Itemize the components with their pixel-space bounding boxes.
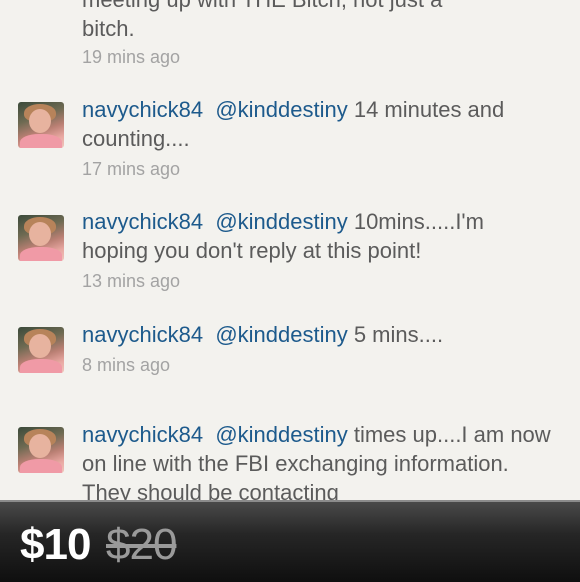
tweet-body: 5 mins.... [347, 322, 444, 347]
username-link[interactable]: navychick84 [82, 97, 203, 122]
tweet-text: navychick84 @kinddestiny 10mins.....I'm … [82, 207, 552, 265]
avatar[interactable] [18, 327, 64, 373]
tweet-text-line1: meeting up with THE Bitch, not just a [82, 0, 442, 12]
avatar[interactable] [18, 215, 64, 261]
tweet-text: navychick84 @kinddestiny 5 mins.... [82, 320, 552, 349]
avatar[interactable] [18, 102, 64, 148]
tweet-text: navychick84 @kinddestiny 14 minutes and … [82, 95, 552, 153]
mention-link[interactable]: @kinddestiny [215, 97, 347, 122]
tweet-text: meeting up with THE Bitch, not just a bi… [82, 0, 552, 43]
tweet-time: 13 mins ago [82, 271, 181, 291]
mention-link[interactable]: @kinddestiny [215, 422, 347, 447]
tweet-text: navychick84 @kinddestiny times up....I a… [82, 420, 552, 500]
username-link[interactable]: navychick84 [82, 209, 203, 234]
tweet-feed[interactable]: meeting up with THE Bitch, not just a bi… [0, 0, 580, 500]
username-link[interactable]: navychick84 [82, 322, 203, 347]
tweet-time: 8 mins ago [82, 355, 171, 375]
avatar[interactable] [18, 427, 64, 473]
tweet-time: 19 mins ago [82, 47, 181, 67]
price-bar: $10 $20 [0, 500, 580, 582]
mention-link[interactable]: @kinddestiny [215, 209, 347, 234]
original-price: $20 [106, 520, 177, 569]
current-price: $10 [20, 520, 91, 569]
mention-link[interactable]: @kinddestiny [215, 322, 347, 347]
tweet-text-line2: bitch. [82, 16, 135, 41]
username-link[interactable]: navychick84 [82, 422, 203, 447]
tweet-time: 17 mins ago [82, 159, 181, 179]
